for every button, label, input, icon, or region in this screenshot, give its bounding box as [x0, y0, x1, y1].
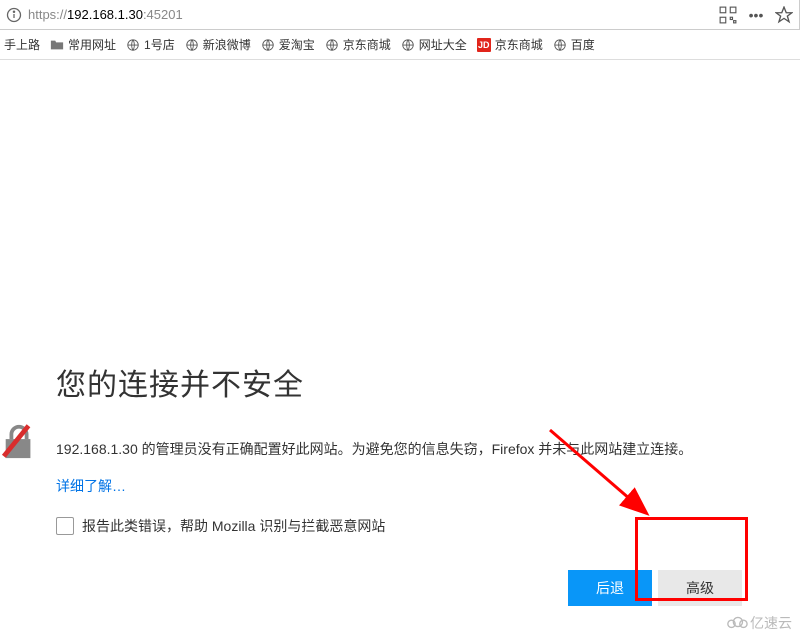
address-actions: ••• — [719, 6, 793, 24]
bookmark-item[interactable]: 京东商城 — [325, 36, 391, 53]
bookmark-label: 新浪微博 — [203, 36, 251, 53]
report-checkbox[interactable] — [56, 517, 74, 535]
bookmark-label: 网址大全 — [419, 36, 467, 53]
warning-description: 192.168.1.30 的管理员没有正确配置好此网站。为避免您的信息失窃，Fi… — [56, 438, 770, 460]
bookmark-item[interactable]: JD 京东商城 — [477, 36, 543, 53]
globe-icon — [553, 38, 567, 52]
qr-icon[interactable] — [719, 6, 737, 24]
warning-title: 您的连接并不安全 — [56, 360, 770, 404]
url-display[interactable]: https://192.168.1.30:45201 — [28, 7, 719, 22]
advanced-button[interactable]: 高级 — [658, 570, 742, 606]
folder-icon — [50, 38, 64, 52]
info-icon[interactable] — [6, 7, 22, 23]
bookmark-item[interactable]: 常用网址 — [50, 36, 116, 53]
globe-icon — [325, 38, 339, 52]
bookmark-star-icon[interactable] — [775, 6, 793, 24]
bookmark-label: 京东商城 — [495, 36, 543, 53]
globe-icon — [126, 38, 140, 52]
address-bar: https://192.168.1.30:45201 ••• — [0, 0, 800, 30]
bookmarks-bar: 手上路 常用网址 1号店 新浪微博 爱淘宝 京东商城 网址大全 — [0, 30, 800, 60]
report-label: 报告此类错误，帮助 Mozilla 识别与拦截恶意网站 — [82, 516, 385, 536]
url-port: :45201 — [143, 7, 183, 22]
bookmark-item[interactable]: 百度 — [553, 36, 595, 53]
globe-icon — [261, 38, 275, 52]
url-protocol: https:// — [28, 7, 67, 22]
report-error-row: 报告此类错误，帮助 Mozilla 识别与拦截恶意网站 — [56, 516, 770, 536]
jd-icon: JD — [477, 38, 491, 52]
bookmark-label: 手上路 — [4, 36, 40, 53]
bookmark-item[interactable]: 新浪微博 — [185, 36, 251, 53]
back-button[interactable]: 后退 — [568, 570, 652, 606]
error-page-content: 您的连接并不安全 192.168.1.30 的管理员没有正确配置好此网站。为避免… — [0, 60, 800, 606]
warning-lock-icon — [0, 422, 38, 462]
cloud-icon — [726, 614, 748, 633]
bookmark-label: 1号店 — [144, 36, 175, 53]
page-actions-icon[interactable]: ••• — [747, 6, 765, 24]
globe-icon — [185, 38, 199, 52]
bookmark-item[interactable]: 手上路 — [4, 36, 40, 53]
bookmark-item[interactable]: 网址大全 — [401, 36, 467, 53]
globe-icon — [401, 38, 415, 52]
watermark: 亿速云 — [726, 613, 792, 633]
button-row: 后退 高级 — [56, 570, 770, 606]
bookmark-label: 爱淘宝 — [279, 36, 315, 53]
bookmark-label: 常用网址 — [68, 36, 116, 53]
learn-more-link[interactable]: 详细了解… — [56, 476, 770, 496]
bookmark-item[interactable]: 爱淘宝 — [261, 36, 315, 53]
watermark-text: 亿速云 — [750, 613, 792, 633]
bookmark-label: 百度 — [571, 36, 595, 53]
bookmark-item[interactable]: 1号店 — [126, 36, 175, 53]
bookmark-label: 京东商城 — [343, 36, 391, 53]
url-host: 192.168.1.30 — [67, 7, 143, 22]
